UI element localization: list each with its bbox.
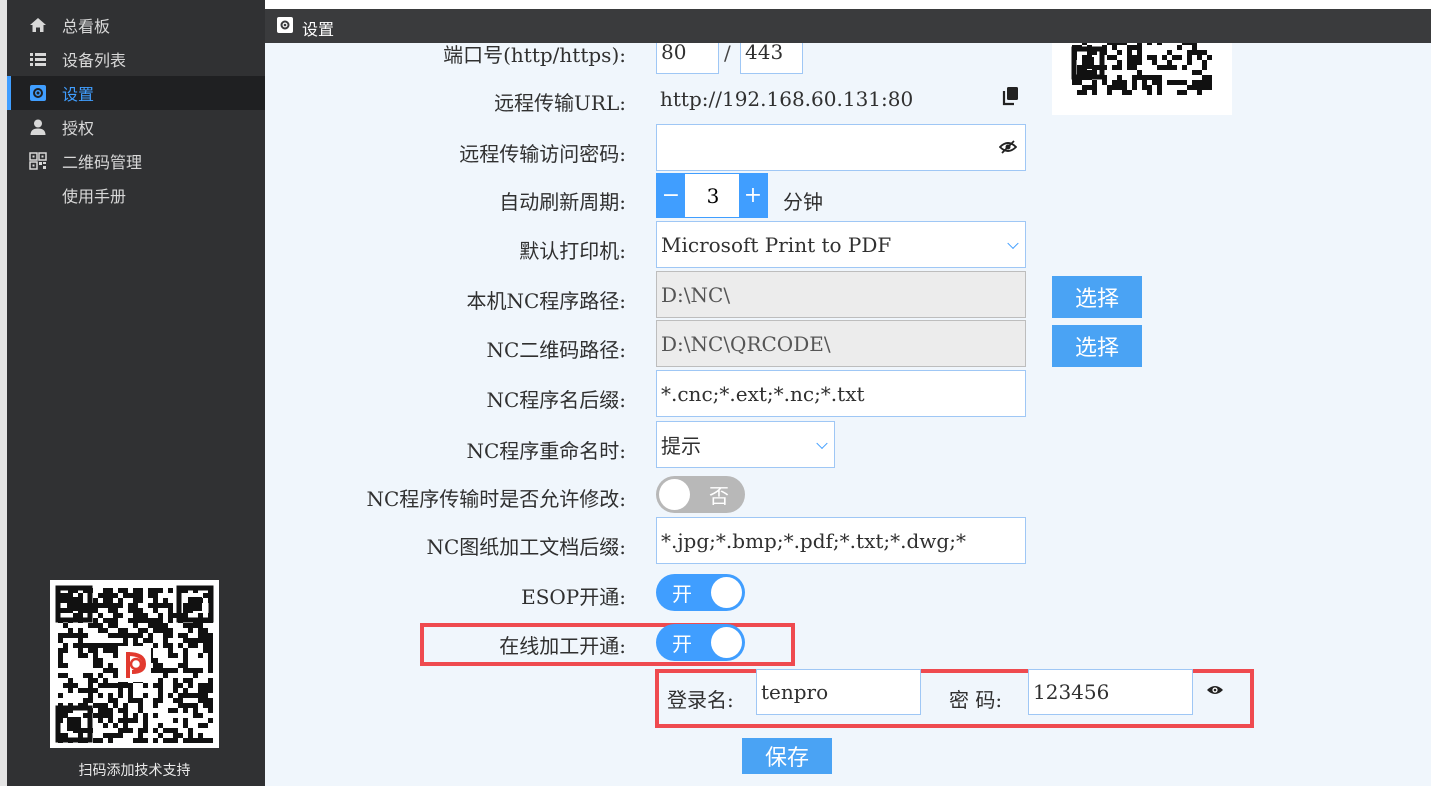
esop-toggle[interactable]: 开	[656, 574, 745, 611]
login-label: 登录名:	[667, 688, 734, 712]
refresh-period-stepper: − 3 +	[656, 173, 768, 218]
gear-icon	[30, 85, 46, 101]
password-value: 123456	[1033, 680, 1110, 704]
http-port-value: 80	[661, 43, 687, 64]
https-port-input[interactable]: 443	[740, 43, 803, 74]
remote-password-label: 远程传输访问密码:	[459, 142, 626, 166]
user-icon	[30, 119, 46, 135]
page-title: 设置	[302, 20, 335, 39]
password-input[interactable]: 123456	[1028, 669, 1193, 715]
toggle-knob	[711, 627, 742, 658]
https-port-value: 443	[745, 43, 784, 64]
qr-path-select-button[interactable]: 选择	[1052, 325, 1142, 367]
printer-label: 默认打印机:	[519, 239, 626, 263]
copy-icon[interactable]	[1002, 86, 1020, 106]
suffix-value: *.cnc;*.ext;*.nc;*.txt	[661, 381, 865, 406]
device-qrcode-image	[1052, 43, 1232, 115]
list-icon	[30, 53, 46, 66]
decrement-button[interactable]: −	[657, 174, 685, 217]
printer-select[interactable]: Microsoft Print to PDF	[656, 221, 1026, 268]
sidebar-item-license[interactable]: 授权	[7, 110, 265, 144]
sidebar-item-label: 授权	[62, 119, 95, 138]
active-indicator	[7, 76, 11, 110]
toggle-knob	[711, 577, 742, 608]
port-label: 端口号(http/https):	[443, 43, 626, 67]
sidebar: 总看板 设备列表 设置 授权 二维码管理 使用手册 扫码添加技术支持	[0, 0, 265, 786]
sidebar-item-qrcode[interactable]: 二维码管理	[7, 144, 265, 178]
remote-url-label: 远程传输URL:	[494, 91, 626, 115]
refresh-period-label: 自动刷新周期:	[499, 190, 626, 214]
http-port-input[interactable]: 80	[656, 43, 719, 74]
sidebar-item-label: 设置	[62, 85, 95, 104]
remote-password-input[interactable]	[656, 124, 1026, 171]
sidebar-edge	[0, 0, 7, 786]
eye-icon[interactable]	[1206, 684, 1224, 696]
sidebar-item-label: 二维码管理	[62, 153, 143, 172]
chevron-down-icon	[1007, 237, 1019, 249]
qrcode-pattern	[1071, 43, 1212, 95]
nc-path-value: D:\NC\	[661, 282, 731, 307]
sidebar-item-label: 总看板	[62, 17, 111, 36]
allow-modify-toggle[interactable]: 否	[656, 476, 745, 513]
online-label: 在线加工开通:	[499, 634, 626, 658]
sidebar-item-label: 设备列表	[62, 51, 127, 70]
login-input[interactable]: tenpro	[756, 669, 921, 715]
nc-path-input: D:\NC\	[656, 271, 1026, 318]
rename-label: NC程序重命名时:	[466, 439, 626, 463]
support-qrcode-image	[50, 580, 219, 748]
sidebar-item-settings[interactable]: 设置	[7, 76, 265, 110]
allow-modify-label: NC程序传输时是否允许修改:	[366, 487, 626, 511]
sidebar-item-device-list[interactable]: 设备列表	[7, 42, 265, 76]
nc-path-label: 本机NC程序路径:	[466, 289, 626, 313]
toggle-knob	[659, 479, 690, 510]
printer-value: Microsoft Print to PDF	[661, 232, 892, 257]
home-icon	[30, 18, 46, 32]
sidebar-item-dashboard[interactable]: 总看板	[7, 8, 265, 42]
qr-path-label: NC二维码路径:	[486, 338, 626, 362]
nc-path-select-button[interactable]: 选择	[1052, 276, 1142, 318]
page-header: 设置	[265, 9, 1431, 43]
refresh-unit: 分钟	[783, 190, 823, 214]
password-label: 密 码:	[949, 688, 1003, 712]
eye-off-icon[interactable]	[999, 140, 1017, 154]
sidebar-item-manual[interactable]: 使用手册	[7, 178, 265, 212]
refresh-period-value[interactable]: 3	[685, 174, 741, 217]
online-toggle[interactable]: 开	[656, 624, 745, 661]
qrcode-icon	[29, 152, 47, 170]
save-button[interactable]: 保存	[742, 738, 832, 774]
remote-url-value: http://192.168.60.131:80	[660, 87, 914, 111]
sidebar-item-label: 使用手册	[62, 187, 127, 206]
increment-button[interactable]: +	[739, 174, 767, 217]
suffix-label: NC程序名后缀:	[486, 388, 626, 412]
window-top-strip	[265, 0, 1431, 9]
doc-suffix-input[interactable]: *.jpg;*.bmp;*.pdf;*.txt;*.dwg;*	[656, 517, 1026, 564]
qr-path-input: D:\NC\QRCODE\	[656, 320, 1026, 367]
suffix-input[interactable]: *.cnc;*.ext;*.nc;*.txt	[656, 370, 1026, 417]
chevron-down-icon	[816, 437, 828, 449]
rename-select[interactable]: 提示	[656, 421, 835, 468]
toggle-state: 否	[709, 484, 729, 508]
qr-path-value: D:\NC\QRCODE\	[661, 331, 831, 356]
qrcode-caption: 扫码添加技术支持	[78, 763, 191, 779]
rename-value: 提示	[661, 434, 701, 458]
port-separator: /	[724, 43, 731, 65]
esop-label: ESOP开通:	[521, 585, 626, 609]
toggle-state: 开	[672, 582, 692, 606]
doc-suffix-value: *.jpg;*.bmp;*.pdf;*.txt;*.dwg;*	[661, 528, 966, 553]
qrcode-pattern	[50, 580, 219, 748]
gear-icon	[277, 17, 293, 33]
settings-form: 端口号(http/https): 80 / 443 远程传输URL: http:…	[265, 43, 1431, 786]
toggle-state: 开	[672, 632, 692, 656]
doc-suffix-label: NC图纸加工文档后缀:	[426, 535, 626, 559]
login-value: tenpro	[761, 680, 829, 704]
